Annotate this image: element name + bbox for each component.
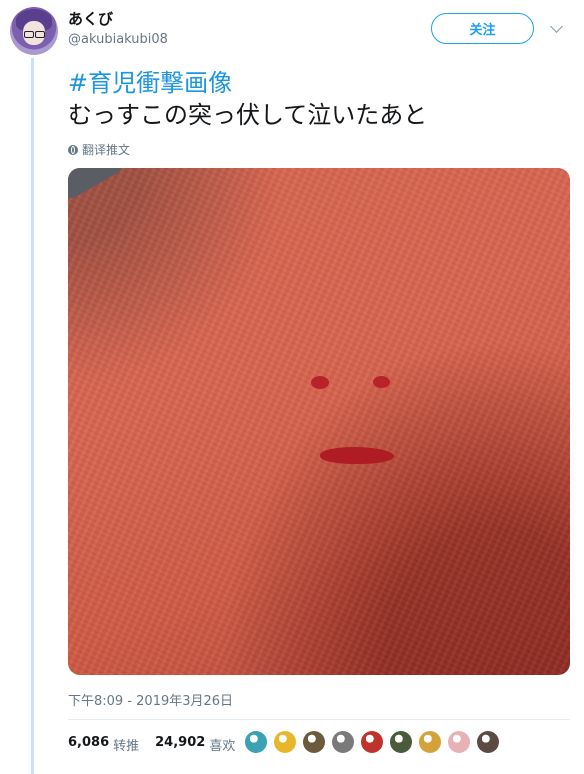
engagement-stats: 6,086 转推 24,902 喜欢 xyxy=(68,735,243,754)
liker-avatar-1[interactable] xyxy=(245,731,267,753)
tear-spot-left xyxy=(311,376,329,389)
follow-button[interactable]: 关注 xyxy=(431,13,534,44)
tear-spot-right xyxy=(373,376,390,388)
liker-avatar-2[interactable] xyxy=(274,731,296,753)
user-handle[interactable]: @akubiakubi08 xyxy=(68,32,168,47)
globe-icon xyxy=(68,144,78,155)
retweet-count: 6,086 xyxy=(68,735,110,750)
liker-avatar-5[interactable] xyxy=(361,731,383,753)
liker-avatar-6[interactable] xyxy=(390,731,412,753)
display-name[interactable]: あくび xyxy=(68,8,113,29)
tweet-text: #育児衝撃画像 むっすこの突っ伏して泣いたあと xyxy=(68,67,427,131)
retweet-label: 转推 xyxy=(113,739,140,754)
like-stat[interactable]: 24,902 喜欢 xyxy=(155,735,235,754)
drool-spot-mouth xyxy=(320,447,394,464)
liker-avatar-4[interactable] xyxy=(332,731,354,753)
avatar-glasses-left xyxy=(24,31,34,38)
photo-corner-shadow xyxy=(68,168,120,198)
avatar-glasses-right xyxy=(35,31,45,38)
thread-line xyxy=(31,58,34,774)
like-label: 喜欢 xyxy=(209,739,236,754)
liker-avatar-3[interactable] xyxy=(303,731,325,753)
tweet-timestamp[interactable]: 下午8:09 - 2019年3月26日 xyxy=(68,690,233,709)
fabric-texture xyxy=(68,168,570,675)
tweet-body: むっすこの突っ伏して泣いたあと xyxy=(68,101,428,129)
avatar[interactable] xyxy=(10,7,58,55)
liker-avatar-9[interactable] xyxy=(477,731,499,753)
like-count: 24,902 xyxy=(155,735,206,750)
divider xyxy=(68,719,570,720)
translate-label: 翻译推文 xyxy=(82,143,131,157)
liker-avatar-8[interactable] xyxy=(448,731,470,753)
liker-avatar-7[interactable] xyxy=(419,731,441,753)
tweet-photo[interactable] xyxy=(68,168,570,675)
hashtag-link[interactable]: #育児衝撃画像 xyxy=(68,67,427,99)
translate-tweet-link[interactable]: 翻译推文 xyxy=(68,141,130,158)
liker-avatars xyxy=(245,731,499,753)
chevron-down-icon[interactable] xyxy=(550,20,563,33)
retweet-stat[interactable]: 6,086 转推 xyxy=(68,735,139,754)
